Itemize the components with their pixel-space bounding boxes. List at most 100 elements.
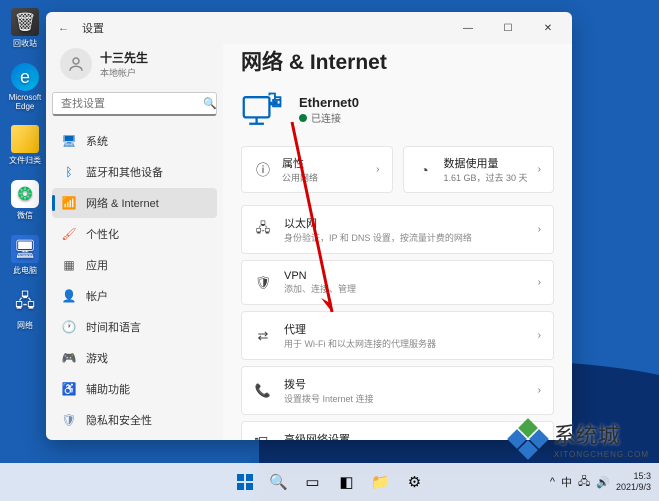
- option-vpn[interactable]: 🛡 VPN添加、连接、管理 ›: [241, 260, 554, 305]
- search-box[interactable]: 🔍: [52, 92, 217, 116]
- network-icon: 🖧: [11, 290, 39, 318]
- tile-data-usage[interactable]: ◔ 数据使用量 1.61 GB，过去 30 天 ›: [403, 146, 555, 193]
- desktop-icon-recycle-bin[interactable]: 🗑回收站: [6, 8, 44, 49]
- tray-ime-icon[interactable]: 中: [561, 474, 572, 490]
- gaming-icon: 🎮: [62, 351, 76, 365]
- chevron-right-icon: ›: [538, 164, 541, 175]
- maximize-button[interactable]: ☐: [488, 14, 528, 42]
- chevron-right-icon: ›: [538, 330, 541, 341]
- wifi-icon: 📶: [62, 196, 76, 210]
- connection-state: 已连接: [299, 110, 359, 125]
- option-proxy[interactable]: ⇄ 代理用于 Wi-Fi 和以太网连接的代理服务器 ›: [241, 311, 554, 360]
- sidebar-item-system[interactable]: 🖥系统: [52, 126, 217, 156]
- info-icon: ⓘ: [254, 161, 272, 179]
- taskbar-settings[interactable]: ⚙: [401, 468, 429, 496]
- accessibility-icon: ♿: [62, 382, 76, 396]
- window-controls: — ☐ ✕: [448, 14, 568, 42]
- status-dot-icon: [299, 114, 307, 122]
- clock-icon: 🕐: [62, 320, 76, 334]
- titlebar[interactable]: ← 设置 — ☐ ✕: [46, 12, 572, 44]
- apps-icon: ▦: [62, 258, 76, 272]
- chevron-right-icon: ›: [376, 164, 379, 175]
- tile-text: 属性 公用网络: [282, 155, 366, 184]
- tiles-row: ⓘ 属性 公用网络 › ◔ 数据使用量 1.61 GB，过去 30 天 ›: [241, 146, 554, 193]
- edge-icon: e: [11, 63, 39, 91]
- vpn-shield-icon: 🛡: [254, 274, 272, 292]
- chevron-right-icon: ›: [538, 224, 541, 235]
- close-button[interactable]: ✕: [528, 14, 568, 42]
- tray-network-icon[interactable]: 🖧: [578, 473, 590, 492]
- taskbar-right: ^ 中 🖧 🔊 15:3 2021/9/3: [550, 471, 651, 493]
- taskbar[interactable]: 🔍 ▭ ◧ 📁 ⚙ ^ 中 🖧 🔊 15:3 2021/9/3: [0, 463, 659, 501]
- desktop-icon-edge[interactable]: eMicrosoft Edge: [6, 63, 44, 111]
- sidebar: 十三先生 本地帐户 🔍 🖥系统 ᛒ蓝牙和其他设备 📶网络 & Internet …: [46, 44, 223, 440]
- account-icon: 👤: [62, 289, 76, 303]
- advanced-network-icon: 🖳: [254, 437, 272, 441]
- sidebar-item-accessibility[interactable]: ♿辅助功能: [52, 374, 217, 404]
- option-dialup[interactable]: 📞 拨号设置拨号 Internet 连接 ›: [241, 366, 554, 415]
- back-button[interactable]: ←: [58, 22, 82, 34]
- windows-start-icon: [236, 473, 254, 491]
- option-ethernet[interactable]: 🖧 以太网身份验证，IP 和 DNS 设置，按流量计费的网络 ›: [241, 205, 554, 254]
- page-title: 网络 & Internet: [241, 44, 554, 90]
- sidebar-item-accounts[interactable]: 👤帐户: [52, 281, 217, 311]
- person-icon: [67, 55, 85, 73]
- avatar: [60, 48, 92, 80]
- tile-text: 数据使用量 1.61 GB，过去 30 天: [444, 155, 528, 184]
- user-block[interactable]: 十三先生 本地帐户: [52, 44, 217, 92]
- data-usage-icon: ◔: [416, 161, 434, 179]
- sidebar-item-personalize[interactable]: 🖌个性化: [52, 219, 217, 249]
- dialup-icon: 📞: [254, 382, 272, 400]
- taskbar-center: 🔍 ▭ ◧ 📁 ⚙: [231, 468, 429, 496]
- recycle-bin-icon: 🗑: [11, 8, 39, 36]
- nav: 🖥系统 ᛒ蓝牙和其他设备 📶网络 & Internet 🖌个性化 ▦应用 👤帐户…: [52, 126, 217, 440]
- connection-name: Ethernet0: [299, 95, 359, 110]
- chevron-right-icon: ›: [538, 277, 541, 288]
- desktop-icon-network[interactable]: 🖧网络: [6, 290, 44, 331]
- system-icon: 🖥: [62, 134, 76, 148]
- taskbar-search[interactable]: 🔍: [265, 468, 293, 496]
- taskbar-explorer[interactable]: 📁: [367, 468, 395, 496]
- proxy-icon: ⇄: [254, 327, 272, 345]
- sidebar-item-network[interactable]: 📶网络 & Internet: [52, 188, 217, 218]
- taskbar-taskview[interactable]: ▭: [299, 468, 327, 496]
- computer-icon: 🖥: [11, 235, 39, 263]
- minimize-button[interactable]: —: [448, 14, 488, 42]
- option-list: 🖧 以太网身份验证，IP 和 DNS 设置，按流量计费的网络 › 🛡 VPN添加…: [241, 205, 554, 440]
- wechat-icon: ❂: [11, 180, 39, 208]
- sidebar-item-bluetooth[interactable]: ᛒ蓝牙和其他设备: [52, 157, 217, 187]
- user-name: 十三先生: [100, 49, 148, 66]
- settings-window: ← 设置 — ☐ ✕ 十三先生 本地帐户 🔍: [46, 12, 572, 440]
- shield-icon: 🛡: [62, 413, 76, 427]
- bluetooth-icon: ᛒ: [62, 165, 76, 179]
- taskbar-datetime[interactable]: 15:3 2021/9/3: [616, 471, 651, 493]
- settings-body: 十三先生 本地帐户 🔍 🖥系统 ᛒ蓝牙和其他设备 📶网络 & Internet …: [46, 44, 572, 440]
- desktop-icon-folder[interactable]: 文件归类: [6, 125, 44, 166]
- sidebar-item-gaming[interactable]: 🎮游戏: [52, 343, 217, 373]
- desktop-icons: 🗑回收站 eMicrosoft Edge 文件归类 ❂微信 🖥此电脑 🖧网络: [6, 8, 44, 331]
- desktop-icon-wechat[interactable]: ❂微信: [6, 180, 44, 221]
- search-input[interactable]: [61, 98, 203, 110]
- ethernet-icon: 🖧: [254, 221, 272, 239]
- option-advanced[interactable]: 🖳 高级网络设置查看所有网络适配器，网络重置 ›: [241, 421, 554, 440]
- tile-properties[interactable]: ⓘ 属性 公用网络 ›: [241, 146, 393, 193]
- network-status: Ethernet0 已连接: [241, 90, 554, 130]
- desktop-icon-thispc[interactable]: 🖥此电脑: [6, 235, 44, 276]
- sidebar-item-update[interactable]: ↻Windows 更新: [52, 436, 217, 440]
- user-account-type: 本地帐户: [100, 66, 148, 79]
- tray-chevron-up-icon[interactable]: ^: [550, 476, 555, 488]
- chevron-right-icon: ›: [538, 385, 541, 396]
- main-content: 网络 & Internet Ethernet0 已连接 ⓘ: [223, 44, 572, 440]
- tray-volume-icon[interactable]: 🔊: [596, 476, 610, 489]
- window-title: 设置: [82, 20, 448, 36]
- taskbar-widgets[interactable]: ◧: [333, 468, 361, 496]
- folder-icon: [11, 125, 39, 153]
- start-button[interactable]: [231, 468, 259, 496]
- sidebar-item-privacy[interactable]: 🛡隐私和安全性: [52, 405, 217, 435]
- sidebar-item-apps[interactable]: ▦应用: [52, 250, 217, 280]
- sidebar-item-time[interactable]: 🕐时间和语言: [52, 312, 217, 342]
- network-status-text: Ethernet0 已连接: [299, 95, 359, 125]
- brush-icon: 🖌: [62, 227, 76, 241]
- search-icon: 🔍: [203, 97, 217, 110]
- ethernet-monitor-icon: [241, 90, 285, 130]
